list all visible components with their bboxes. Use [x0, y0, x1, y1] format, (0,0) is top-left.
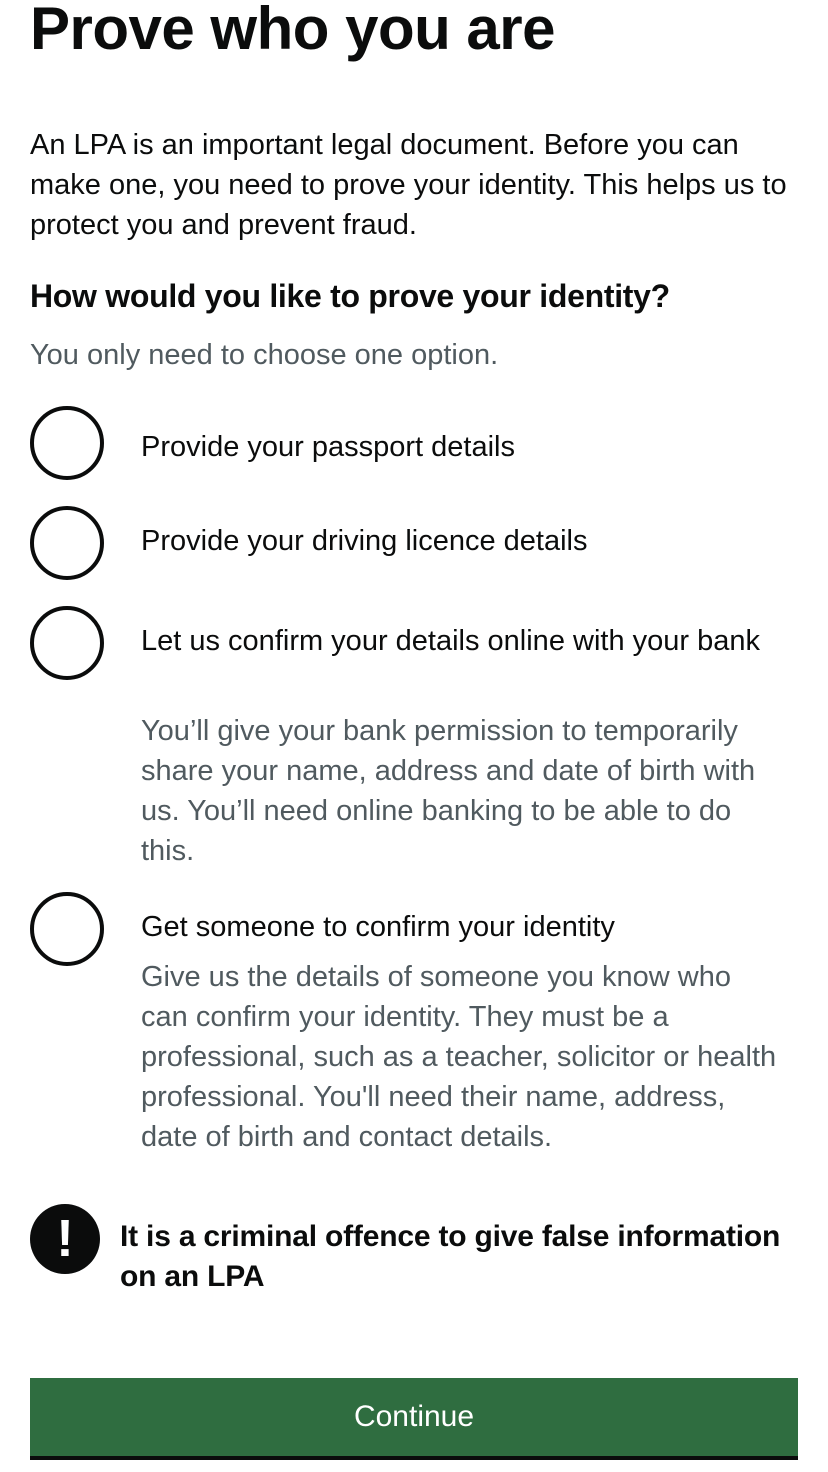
exclamation-icon: ! [30, 1204, 100, 1274]
radio-option-someone[interactable]: Get someone to confirm your identity Giv… [30, 892, 800, 1162]
radio-button-driving-licence[interactable] [30, 506, 104, 580]
radio-hint-bank: You’ll give your bank permission to temp… [141, 715, 756, 867]
radio-button-bank[interactable] [30, 606, 104, 680]
page-title: Prove who you are [30, 0, 556, 62]
radio-label-someone[interactable]: Get someone to confirm your identity [141, 907, 791, 947]
radio-option-bank[interactable]: Let us confirm your details online with … [30, 606, 800, 876]
radio-button-passport[interactable] [30, 406, 104, 480]
continue-button[interactable]: Continue [30, 1378, 798, 1456]
radio-option-passport[interactable]: Provide your passport details [30, 406, 800, 486]
radio-hint-someone: Give us the details of someone you know … [141, 961, 777, 1153]
radio-label-bank[interactable]: Let us confirm your details online with … [141, 621, 791, 661]
intro-text: An LPA is an important legal document. B… [30, 129, 787, 241]
question-heading: How would you like to prove your identit… [30, 278, 670, 314]
radio-label-passport[interactable]: Provide your passport details [141, 427, 791, 467]
radio-label-driving-licence[interactable]: Provide your driving licence details [141, 521, 791, 561]
radio-button-someone[interactable] [30, 892, 104, 966]
warning-message: It is a criminal offence to give false i… [120, 1220, 781, 1293]
radio-option-driving-licence[interactable]: Provide your driving licence details [30, 506, 800, 586]
question-hint: You only need to choose one option. [30, 339, 499, 371]
